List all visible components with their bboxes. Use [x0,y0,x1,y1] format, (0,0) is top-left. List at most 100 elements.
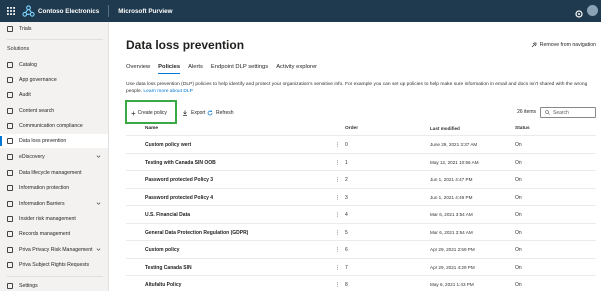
policy-name[interactable]: Custom policy [145,247,179,253]
nav-label: Communication compliance [19,123,83,129]
table-row[interactable]: General Data Protection Regulation (GDPR… [126,224,596,241]
more-options-icon[interactable]: ⋮ [335,230,340,236]
policy-last-modified: Apr 29, 2021 2:59 PM [430,247,475,252]
nav-item-priva-privacy-risk[interactable]: Priva Privacy Risk Management [0,243,108,257]
nav-divider [7,39,103,40]
more-options-icon[interactable]: ⋮ [335,195,340,201]
policy-order: 0 [345,142,348,148]
policies-table: Name Order Last modified Status Custom p… [126,122,596,291]
nav-label: eDiscovery [19,154,45,160]
policy-name[interactable]: Testing with Canada SIN OOB [145,160,216,166]
column-header-last-modified[interactable]: Last modified [430,126,460,131]
more-options-icon[interactable]: ⋮ [335,160,340,166]
nav-item-communication-compliance[interactable]: Communication compliance [0,119,108,133]
table-row[interactable]: Altufaltu Policy ⋮ 8 May 6, 2021 1:43 PM On [126,276,596,291]
nav-item-content-search[interactable]: Content search [0,104,108,118]
audit-icon [7,92,13,98]
nav-item-data-lifecycle-management[interactable]: Data lifecycle management [0,166,108,180]
more-options-icon[interactable]: ⋮ [335,142,340,148]
main-content: Data loss prevention Remove from navigat… [109,22,601,291]
search-box[interactable]: Search [540,107,596,118]
app-title[interactable]: Microsoft Purview [118,8,172,15]
policy-name[interactable]: Altufaltu Policy [145,282,181,288]
nav-label: Priva Privacy Risk Management [19,247,93,253]
export-label: Export [191,110,206,116]
description-text: Use data loss prevention (DLP) policies … [126,82,588,94]
tab-alerts[interactable]: Alerts [188,64,203,74]
trials-icon [7,26,13,32]
nav-item-audit[interactable]: Audit [0,88,108,102]
nav-item-settings[interactable]: Settings [0,279,108,291]
app-launcher-icon[interactable] [3,0,19,22]
column-header-order[interactable]: Order [345,126,358,131]
policy-name[interactable]: General Data Protection Regulation (GDPR… [145,230,248,236]
table-row[interactable]: Testing with Canada SIN OOB ⋮ 1 May 12, 202… [126,154,596,171]
chevron-down-icon[interactable] [96,154,101,159]
nav-item-records-management[interactable]: Records management [0,227,108,241]
policy-last-modified: Jun 1, 2021 4:49 PM [430,194,473,200]
priva-subject-rights-icon [7,262,13,268]
nav-divider [7,276,103,277]
learn-more-link[interactable]: Learn more about DLP [143,89,192,94]
more-options-icon[interactable]: ⋮ [335,247,340,253]
table-row[interactable]: Custom policy wert ⋮ 0 June 29, 2021 3:37 A… [126,136,596,154]
policy-order: 5 [345,229,348,236]
settings-gear-icon[interactable] [574,6,584,18]
more-options-icon[interactable]: ⋮ [335,265,340,271]
nav-label: Insider risk management [19,216,76,222]
page-title: Data loss prevention [126,38,245,52]
chevron-down-icon[interactable] [96,247,101,252]
table-row[interactable]: Testing Canada SIN ⋮ 7 Apr 29, 2021 4:29 PM… [126,259,596,276]
tab-activity-explorer[interactable]: Activity explorer [276,64,317,74]
table-row[interactable]: U.S. Financial Data ⋮ 4 Mar 6, 2021 3:54 AM… [126,206,596,224]
topbar-divider [108,5,110,17]
refresh-button[interactable]: Refresh [207,106,234,120]
policy-last-modified: Mar 6, 2021 3:54 AM [430,212,473,217]
remove-from-navigation-button[interactable]: Remove from navigation [531,42,596,48]
nav-item-catalog[interactable]: Catalog [0,58,108,72]
policy-name[interactable]: Testing Canada SIN [145,265,192,271]
table-row[interactable]: Password protected Policy 3 ⋮ 2 Jun 1, 2021… [126,171,596,189]
tab-overview[interactable]: Overview [126,64,150,74]
policy-name[interactable]: U.S. Financial Data [145,212,190,218]
left-nav: Trials Solutions Catalog App governance … [0,22,109,291]
nav-item-information-barriers[interactable]: Information Barriers [0,197,108,211]
more-options-icon[interactable]: ⋮ [335,282,340,288]
chevron-down-icon[interactable] [96,201,101,206]
items-count: 26 items [517,109,536,115]
nav-label: Information Barriers [19,201,65,207]
table-header: Name Order Last modified Status [126,122,596,136]
export-button[interactable]: Export [182,106,205,120]
column-header-name[interactable]: Name [145,126,158,131]
nav-item-insider-risk-management[interactable]: Insider risk management [0,212,108,226]
nav-label: Priva Subject Rights Requests [19,262,90,268]
nav-item-trials[interactable]: Trials [0,22,108,36]
table-row[interactable]: Custom policy ⋮ 6 Apr 29, 2021 2:59 PM On [126,241,596,259]
table-row[interactable]: Password protected Policy 4 ⋮ 3 Jun 1, 2021… [126,189,596,206]
tab-policies[interactable]: Policies [158,64,181,74]
policy-status: On [515,194,522,201]
create-policy-button[interactable]: + Create policy [129,106,169,120]
nav-item-priva-subject-rights[interactable]: Priva Subject Rights Requests [0,258,108,272]
policy-name[interactable]: Custom policy wert [145,142,191,148]
user-avatar[interactable] [587,5,598,16]
column-header-status[interactable]: Status [515,126,530,131]
policy-name[interactable]: Password protected Policy 3 [145,177,213,183]
content-search-icon [7,108,13,114]
nav-label: Data lifecycle management [19,170,82,176]
policy-name[interactable]: Password protected Policy 4 [145,195,213,201]
more-options-icon[interactable]: ⋮ [335,212,340,218]
policy-last-modified: May 6, 2021 1:43 PM [430,282,474,287]
table-body: Custom policy wert ⋮ 0 June 29, 2021 3:37 A… [126,136,596,291]
nav-label: App governance [19,77,57,83]
more-options-icon[interactable]: ⋮ [335,177,340,183]
nav-item-data-loss-prevention[interactable]: Data loss prevention [0,134,108,148]
plus-icon: + [131,108,136,118]
nav-item-information-protection[interactable]: Information protection [0,181,108,195]
nav-item-app-governance[interactable]: App governance [0,73,108,87]
nav-item-ediscovery[interactable]: eDiscovery [0,150,108,164]
org-name[interactable]: Contoso Electronics [38,8,99,15]
tab-list: Overview Policies Alerts Endpoint DLP se… [126,64,325,74]
tab-endpoint-dlp-settings[interactable]: Endpoint DLP settings [211,64,268,74]
priva-privacy-icon [7,247,13,253]
